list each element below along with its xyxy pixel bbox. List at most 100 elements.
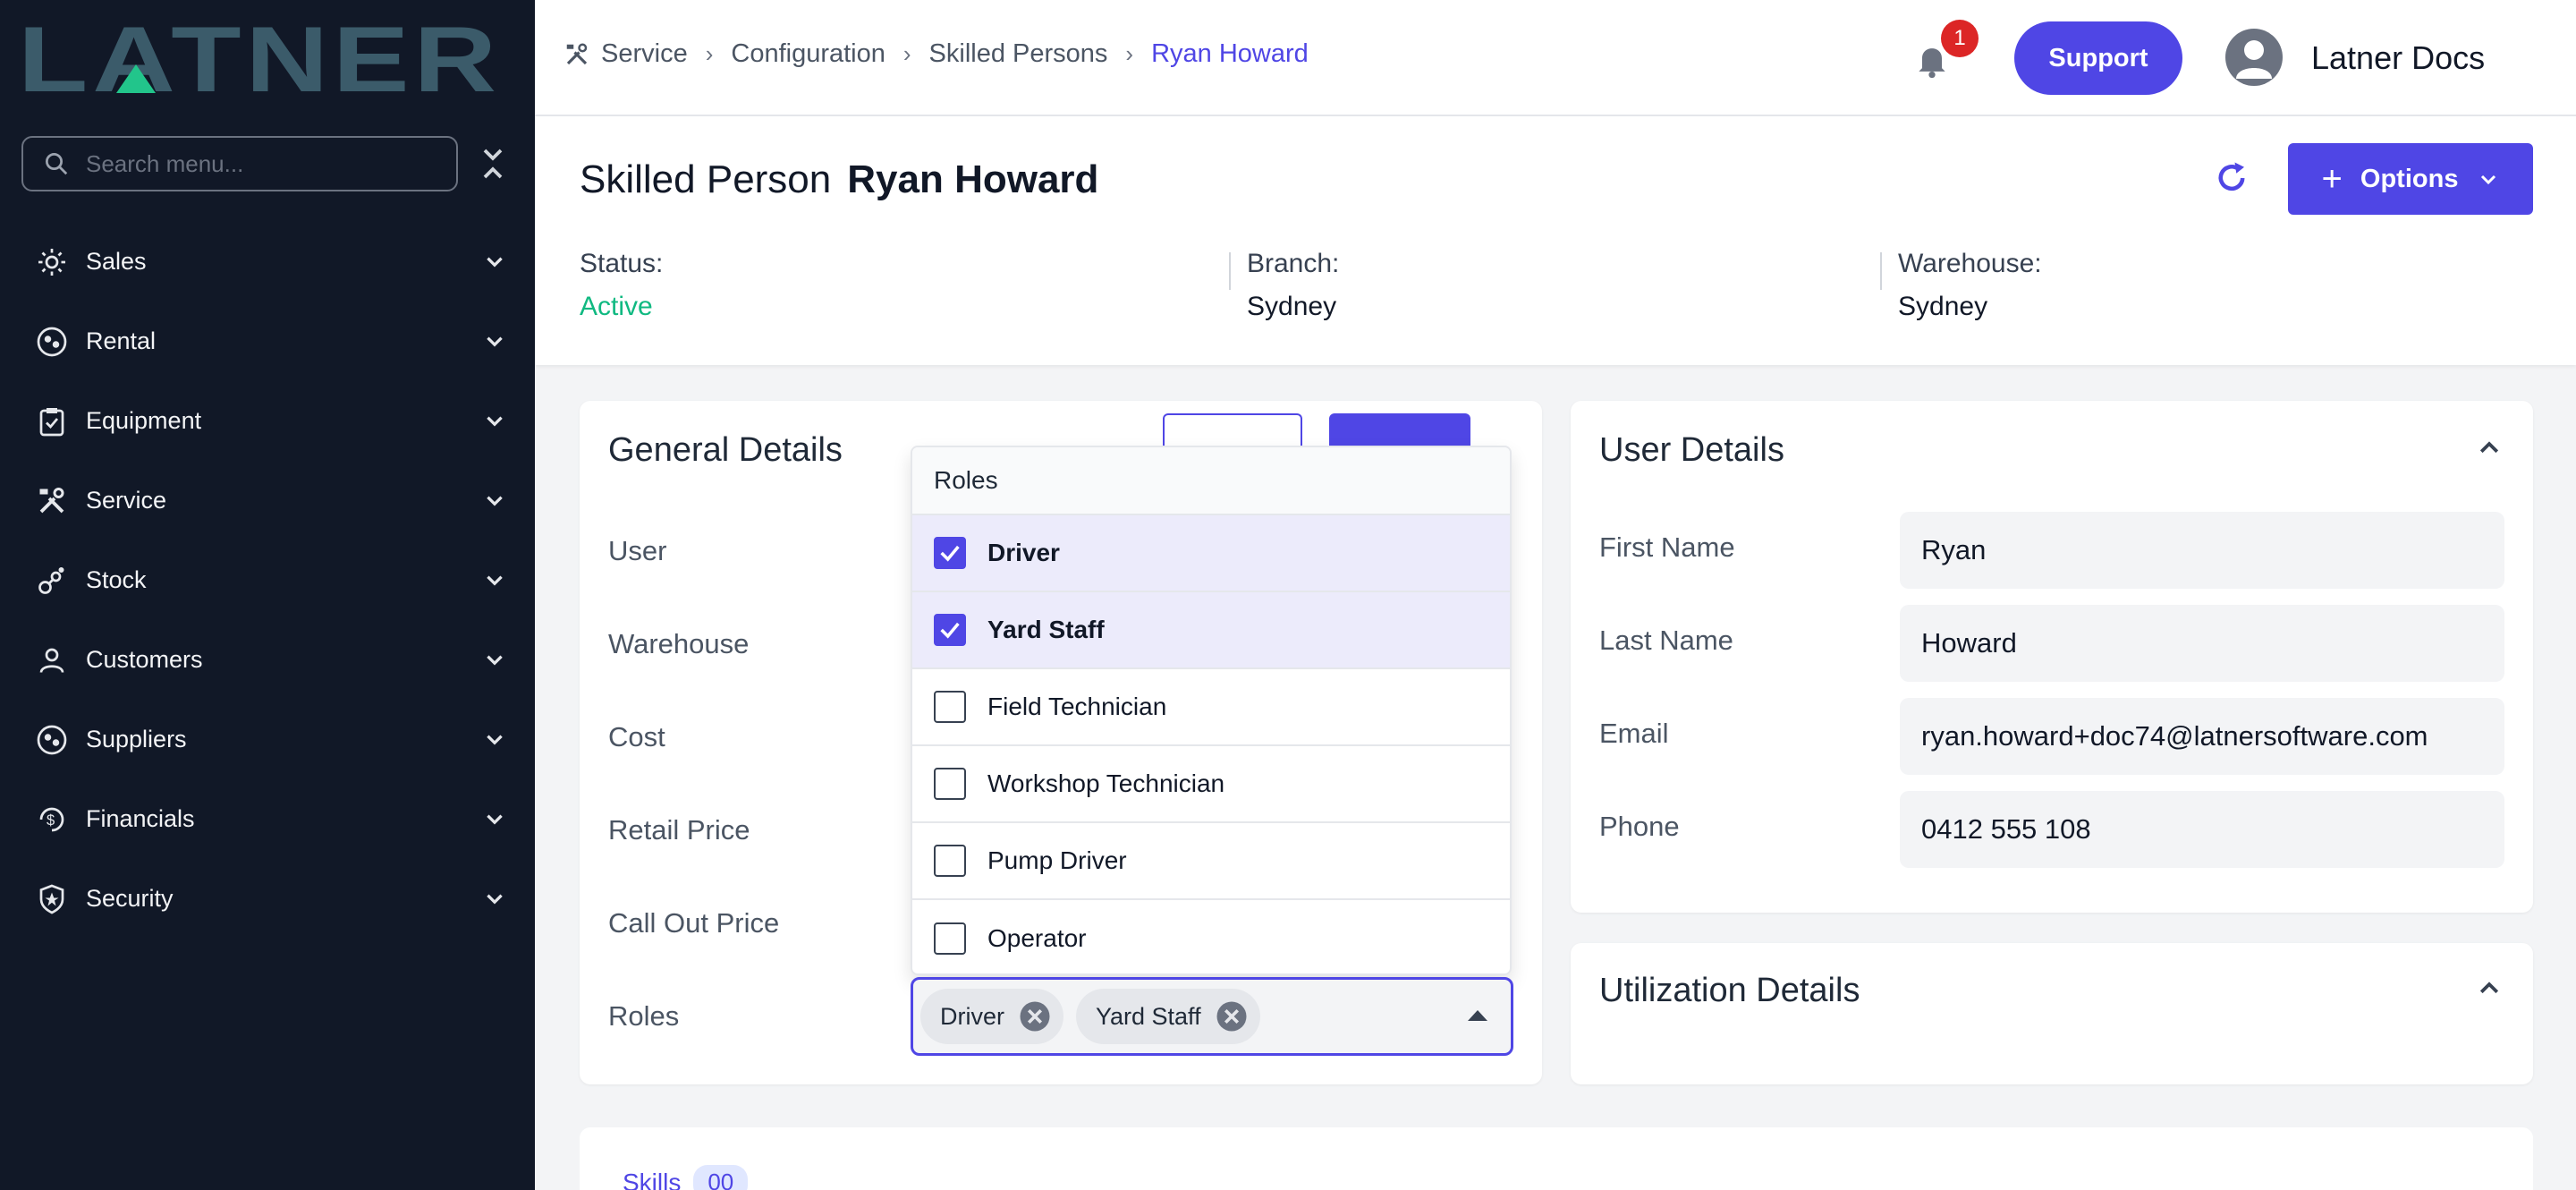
sidebar-item-stock[interactable]: Stock — [0, 540, 535, 620]
role-option-label: Workshop Technician — [987, 769, 1225, 797]
sidebar-item-rental[interactable]: Rental — [0, 302, 535, 381]
chevron-down-icon — [487, 575, 503, 586]
warehouse-value: Sydney — [1898, 292, 1988, 321]
sidebar-item-label: Rental — [86, 327, 157, 354]
role-option-label: Operator — [987, 924, 1087, 952]
sidebar-item-equipment[interactable]: Equipment — [0, 381, 535, 461]
cancel-button[interactable] — [1163, 413, 1302, 449]
role-option-workshop-technician[interactable]: Workshop Technician — [912, 746, 1510, 823]
plus-icon: + — [2321, 158, 2343, 199]
breadcrumb-skilled-persons[interactable]: Skilled Persons — [929, 39, 1108, 69]
chevron-up-icon[interactable] — [2476, 435, 2503, 462]
role-option-driver[interactable]: Driver — [912, 515, 1510, 592]
general-details-title: General Details — [608, 431, 843, 469]
remove-chip-icon[interactable] — [1019, 1000, 1051, 1033]
checkbox-checked[interactable] — [934, 614, 966, 646]
utilization-details-title: Utilization Details — [1599, 972, 1860, 1009]
collapse-icon[interactable] — [479, 145, 506, 183]
chevron-down-icon — [487, 257, 503, 268]
account-name[interactable]: Latner Docs — [2311, 39, 2485, 77]
status-value: Active — [580, 292, 653, 321]
sidebar-item-label: Sales — [86, 248, 147, 275]
role-option-label: Driver — [987, 539, 1060, 566]
roles-label: Roles — [608, 1000, 680, 1032]
tab-skills[interactable]: Skills 00 — [623, 1165, 749, 1190]
sidebar-item-label: Equipment — [86, 407, 202, 434]
user-avatar-icon — [2236, 40, 2272, 79]
role-option-label: Field Technician — [987, 693, 1167, 720]
breadcrumb-current: Ryan Howard — [1151, 39, 1309, 68]
sidebar-item-sales[interactable]: Sales — [0, 222, 535, 302]
latner-logo[interactable]: LATNER — [18, 21, 501, 97]
support-button[interactable]: Support — [2014, 21, 2182, 95]
user-icon — [34, 642, 70, 678]
sidebar-item-label: Service — [86, 487, 167, 514]
checkbox-unchecked[interactable] — [934, 922, 966, 955]
caret-up-icon[interactable] — [1468, 1010, 1487, 1021]
utilization-details-card: Utilization Details — [1571, 943, 2533, 1084]
stock-icon — [34, 563, 70, 599]
dollar-icon: $ — [34, 802, 70, 837]
user-label: User — [608, 535, 667, 566]
sidebar-item-suppliers[interactable]: Suppliers — [0, 700, 535, 779]
sidebar-item-customers[interactable]: Customers — [0, 620, 535, 700]
sidebar-item-label: Stock — [86, 566, 147, 593]
warehouse-label: Warehouse — [608, 628, 750, 659]
sidebar-item-service[interactable]: Service — [0, 461, 535, 540]
remove-chip-icon[interactable] — [1216, 1000, 1248, 1033]
checkbox-checked[interactable] — [934, 537, 966, 569]
avatar[interactable] — [2225, 29, 2283, 86]
search-icon — [46, 153, 68, 175]
branch-value: Sydney — [1247, 292, 1337, 321]
chip-label: Yard Staff — [1096, 1002, 1201, 1030]
topbar: Service › Configuration › Skilled Person… — [535, 0, 2576, 116]
sidebar: LATNER Search menu... Sales Rental Equip… — [0, 0, 535, 1190]
role-option-pump-driver[interactable]: Pump Driver — [912, 823, 1510, 900]
user-details-card: User Details First Name Ryan Last Name H… — [1571, 401, 2533, 913]
email-field[interactable]: ryan.howard+doc74@latnersoftware.com — [1900, 698, 2504, 775]
sidebar-item-security[interactable]: Security — [0, 859, 535, 939]
phone-field[interactable]: 0412 555 108 — [1900, 791, 2504, 868]
chevron-down-icon — [487, 655, 503, 666]
supplier-icon — [34, 722, 70, 758]
role-option-yard-staff[interactable]: Yard Staff — [912, 592, 1510, 669]
chevron-down-icon — [487, 735, 503, 745]
tools-icon — [566, 43, 588, 64]
tools-icon — [34, 483, 70, 519]
first-name-field[interactable]: Ryan — [1900, 512, 2504, 589]
last-name-field[interactable]: Howard — [1900, 605, 2504, 682]
chevron-down-icon — [487, 416, 503, 427]
role-option-field-technician[interactable]: Field Technician — [912, 669, 1510, 746]
sidebar-item-label: Financials — [86, 805, 195, 832]
phone-label: Phone — [1599, 811, 1680, 842]
checkbox-unchecked[interactable] — [934, 845, 966, 877]
chevron-up-icon[interactable] — [2476, 975, 2503, 1002]
branch-label: Branch: — [1247, 249, 1340, 278]
chevron-down-icon — [2481, 174, 2496, 185]
breadcrumb-service[interactable]: Service — [601, 39, 688, 69]
checkbox-unchecked[interactable] — [934, 691, 966, 723]
options-button[interactable]: + Options — [2288, 143, 2533, 215]
sidebar-search-input[interactable]: Search menu... — [21, 136, 458, 191]
call-out-price-label: Call Out Price — [608, 907, 780, 939]
breadcrumb: Service › Configuration › Skilled Person… — [564, 39, 1309, 69]
roles-dropdown-header: Roles — [912, 447, 1510, 515]
record-header: Skilled Person Ryan Howard + Options Stat… — [535, 116, 2576, 365]
warehouse-field: Warehouse: Sydney — [1898, 249, 2042, 322]
roles-multiselect[interactable]: Driver Yard Staff — [911, 977, 1513, 1056]
breadcrumb-configuration[interactable]: Configuration — [731, 39, 886, 69]
role-option-operator[interactable]: Operator — [912, 900, 1510, 973]
role-chip-yard-staff: Yard Staff — [1076, 989, 1260, 1044]
divider — [1880, 252, 1882, 290]
role-chip-driver: Driver — [920, 989, 1063, 1044]
chevron-down-icon — [487, 894, 503, 905]
save-button[interactable] — [1329, 413, 1470, 449]
refresh-icon[interactable] — [2213, 159, 2250, 197]
role-option-label: Pump Driver — [987, 846, 1127, 874]
first-name-label: First Name — [1599, 531, 1735, 563]
checkbox-unchecked[interactable] — [934, 768, 966, 800]
roles-dropdown-menu: Roles Driver Yard Staff Field Technician… — [911, 446, 1512, 975]
sidebar-nav: Sales Rental Equipment Service Stock Cus… — [0, 222, 535, 939]
chevron-down-icon — [487, 496, 503, 506]
sidebar-item-financials[interactable]: $ Financials — [0, 779, 535, 859]
